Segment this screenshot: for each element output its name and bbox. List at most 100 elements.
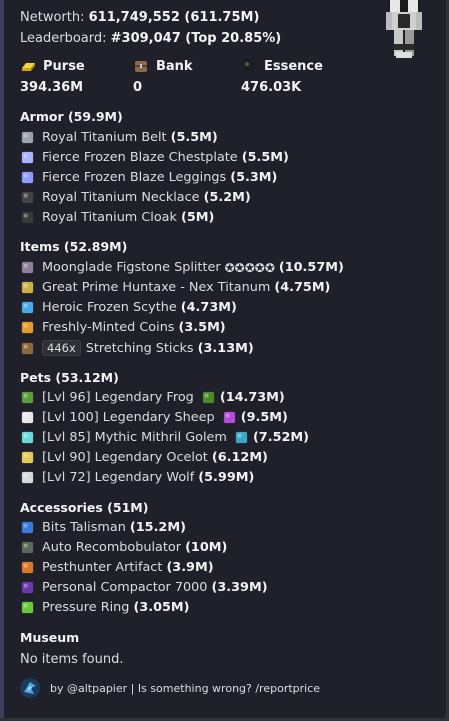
- item-name: Freshly-Minted Coins: [42, 320, 175, 335]
- item-name: Pressure Ring: [42, 600, 130, 615]
- item-name: Royal Titanium Necklace: [42, 190, 200, 205]
- armor-item: Royal Titanium Belt (5.5M): [20, 130, 218, 145]
- networth-label: Networth:: [20, 10, 85, 25]
- footer-bot-icon: [20, 678, 40, 698]
- titanium-necklace-icon: [21, 191, 34, 204]
- item-name: Stretching Sticks: [85, 340, 194, 356]
- armor-item: Royal Titanium Cloak (5M): [20, 210, 214, 225]
- frog-icon: [21, 391, 34, 404]
- items-heading: Items (52.89M): [20, 239, 128, 254]
- item-name: Royal Titanium Belt: [42, 130, 167, 145]
- recombobulator-icon: [21, 541, 34, 554]
- golem-icon: [21, 431, 34, 444]
- item-value: (5.2M): [203, 190, 251, 205]
- item-value: (9.5M): [240, 410, 288, 425]
- spellbook-icon: [223, 411, 235, 424]
- leaderboard-value: #309,047 (Top 20.85%): [110, 31, 282, 46]
- bits-icon: [21, 521, 34, 534]
- item-name: Great Prime Huntaxe - Nex Titanum: [42, 280, 271, 295]
- item-name: Auto Recombobulator: [42, 540, 181, 555]
- splitter-axe-icon: [21, 261, 34, 274]
- embed-footer: by @altpapier | Is something wrong? /rep…: [20, 678, 320, 698]
- pets-item: [Lvl 96] Legendary Frog (14.73M): [20, 390, 285, 405]
- ocelot-icon: [21, 451, 34, 464]
- accessories-item: Pesthunter Artifact (3.9M): [20, 560, 214, 575]
- item-value: (5.3M): [230, 170, 278, 185]
- item-value: (3.39M): [211, 580, 268, 595]
- pesthunter-icon: [21, 561, 34, 574]
- pets-item: [Lvl 72] Legendary Wolf (5.99M): [20, 470, 254, 485]
- bank-label: Bank: [133, 58, 193, 74]
- compactor-icon: [21, 581, 34, 594]
- pets-item: [Lvl 85] Mythic Mithril Golem (7.52M): [20, 430, 309, 445]
- pets-item: [Lvl 100] Legendary Sheep (9.5M): [20, 410, 288, 425]
- pets-heading: Pets (53.12M): [20, 370, 119, 385]
- armor-item: Fierce Frozen Blaze Chestplate (5.5M): [20, 150, 289, 165]
- gold-ingot-icon: [22, 63, 35, 71]
- item-name: Personal Compactor 7000: [42, 580, 208, 595]
- item-value: (10.57M): [278, 260, 344, 275]
- item-value: (5M): [180, 210, 215, 225]
- leaderboard-label: Leaderboard:: [20, 31, 107, 46]
- huntaxe-icon: [21, 281, 34, 294]
- scythe-icon: [21, 301, 34, 314]
- item-name: [Lvl 96] Legendary Frog: [42, 390, 194, 405]
- item-value: (10M): [185, 540, 228, 555]
- item-name: Heroic Frozen Scythe: [42, 300, 177, 315]
- item-name: Bits Talisman: [42, 520, 126, 535]
- items-item: Moonglade Figstone Splitter ✪✪✪✪✪ (10.57M): [20, 260, 344, 275]
- item-value: (4.75M): [274, 280, 331, 295]
- purse-label: Purse: [20, 58, 85, 74]
- item-name: Fierce Frozen Blaze Chestplate: [42, 150, 238, 165]
- item-value: (5.99M): [198, 470, 255, 485]
- item-name: [Lvl 90] Legendary Ocelot: [42, 450, 208, 465]
- titanium-cloak-icon: [21, 211, 34, 224]
- item-name: Pesthunter Artifact: [42, 560, 163, 575]
- item-value: (3.5M): [178, 320, 226, 335]
- armor-heading: Armor (59.9M): [20, 109, 123, 124]
- item-name: Fierce Frozen Blaze Leggings: [42, 170, 227, 185]
- titanium-belt-icon: [21, 131, 34, 144]
- accessories-heading: Accessories (51M): [20, 500, 149, 515]
- player-skin-avatar: [386, 0, 422, 58]
- frog-item-icon: [202, 391, 214, 404]
- essence-orb-icon: [242, 59, 256, 73]
- item-value: (7.52M): [252, 430, 309, 445]
- item-quantity-badge: 446x: [42, 340, 81, 356]
- blaze-chestplate-icon: [21, 151, 34, 164]
- blaze-leggings-icon: [21, 171, 34, 184]
- museum-heading: Museum: [20, 630, 80, 645]
- accessories-item: Pressure Ring (3.05M): [20, 600, 190, 615]
- profile-embed: Networth: 611,749,552 (611.75M) Leaderbo…: [0, 0, 446, 718]
- wolf-icon: [21, 471, 34, 484]
- item-value: (5.5M): [170, 130, 218, 145]
- armor-item: Fierce Frozen Blaze Leggings (5.3M): [20, 170, 277, 185]
- item-name: Royal Titanium Cloak: [42, 210, 177, 225]
- accessories-item: Personal Compactor 7000 (3.39M): [20, 580, 268, 595]
- item-value: (3.05M): [133, 600, 190, 615]
- footer-text: by @altpapier | Is something wrong? /rep…: [50, 681, 321, 695]
- sheep-icon: [21, 411, 34, 424]
- item-name: [Lvl 100] Legendary Sheep: [42, 410, 215, 425]
- items-item: Heroic Frozen Scythe (4.73M): [20, 300, 237, 315]
- items-item: Freshly-Minted Coins (3.5M): [20, 320, 226, 335]
- items-item: Great Prime Huntaxe - Nex Titanum (4.75M…: [20, 280, 330, 295]
- accessories-item: Auto Recombobulator (10M): [20, 540, 227, 555]
- pickaxe-icon: [235, 431, 248, 444]
- item-value: (5.5M): [241, 150, 289, 165]
- ring-icon: [21, 601, 34, 614]
- leaderboard-line: Leaderboard: #309,047 (Top 20.85%): [20, 31, 281, 46]
- item-name: [Lvl 85] Mythic Mithril Golem: [42, 430, 227, 445]
- item-value: (3.13M): [197, 340, 254, 356]
- networth-value: 611,749,552 (611.75M): [88, 10, 260, 25]
- item-value: (4.73M): [180, 300, 237, 315]
- items-item: 446x Stretching Sticks (3.13M): [20, 340, 254, 356]
- item-value: (14.73M): [219, 390, 285, 405]
- essence-label: Essence: [241, 58, 323, 74]
- bank-chest-icon: [135, 61, 147, 72]
- coins-icon: [21, 321, 34, 334]
- networth-line: Networth: 611,749,552 (611.75M): [20, 10, 259, 25]
- item-value: (3.9M): [166, 560, 214, 575]
- armor-item: Royal Titanium Necklace (5.2M): [20, 190, 251, 205]
- purse-value: 394.36M: [20, 80, 84, 95]
